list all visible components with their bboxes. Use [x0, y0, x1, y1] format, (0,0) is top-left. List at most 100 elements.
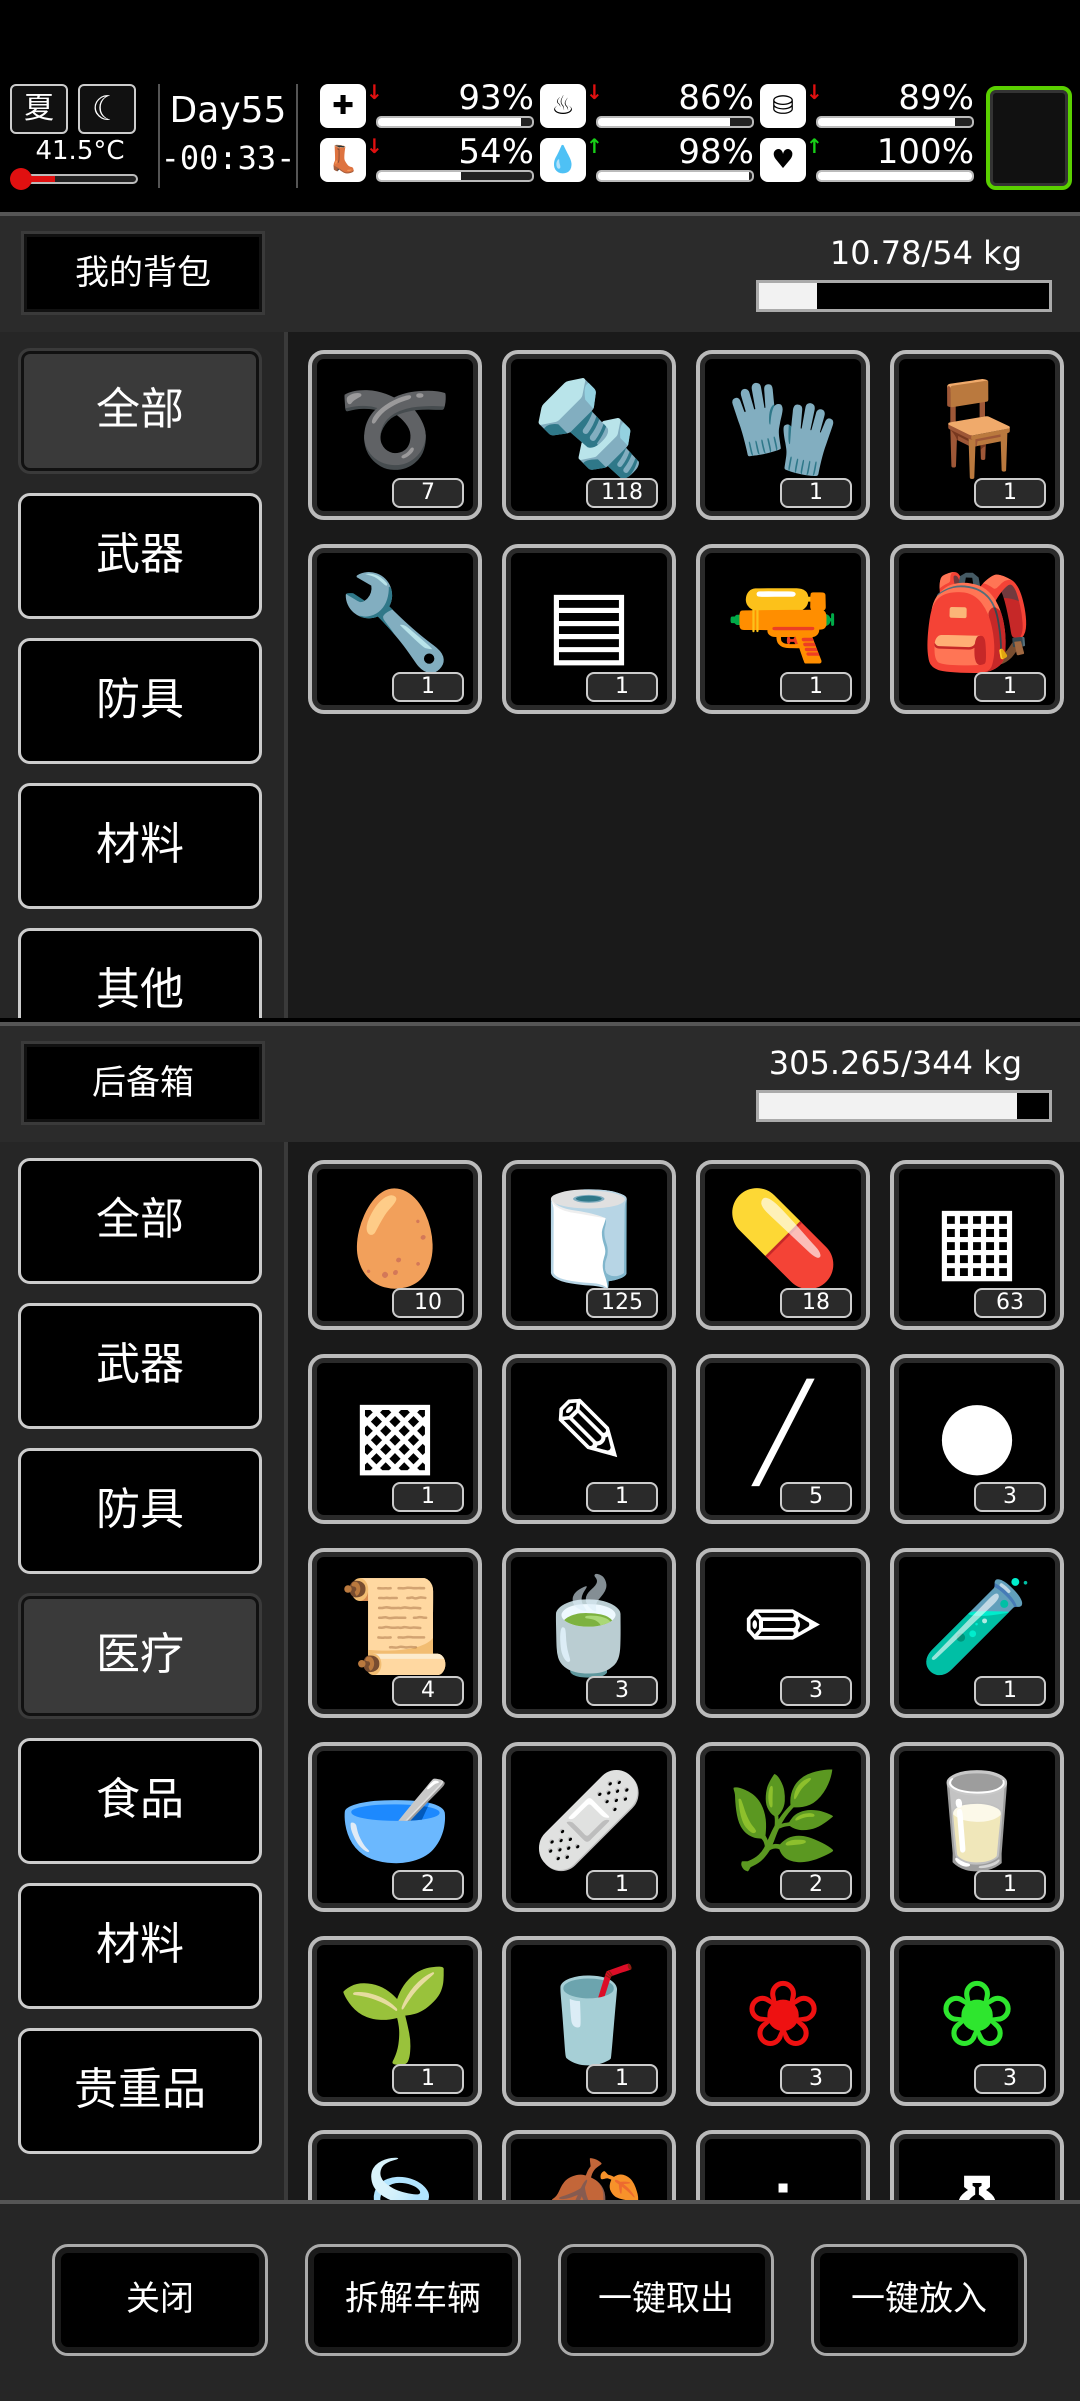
backpack-item-slot[interactable]: 🧤 1 — [696, 350, 870, 520]
backpack-category-list[interactable]: 全部武器防具材料其他 — [0, 332, 284, 1018]
backpack-weight-bar — [756, 280, 1052, 312]
trunk-item-slot[interactable]: ▦ 63 — [890, 1160, 1064, 1330]
trunk-item-slot[interactable]: ✏ 3 — [696, 1548, 870, 1718]
stat-bar — [816, 170, 974, 182]
trunk-category-tab[interactable]: 防具 — [18, 1448, 262, 1574]
stat-bar — [376, 170, 534, 182]
glove-icon: 🧤 — [725, 375, 841, 482]
item-count-badge: 3 — [586, 1676, 658, 1706]
trunk-item-slot[interactable]: ❀ 3 — [696, 1936, 870, 2106]
trend-arrow-icon: ↓ — [586, 80, 603, 104]
trunk-category-tab[interactable]: 材料 — [18, 1883, 262, 2009]
stat-percent: 93% — [458, 78, 534, 118]
trunk-category-tab[interactable]: 武器 — [18, 1303, 262, 1429]
stat-stomach: ♨ ↓ 86% — [540, 78, 754, 130]
trunk-item-slot[interactable]: 🥤 1 — [502, 1936, 676, 2106]
backpack-item-slot[interactable]: 🪑 1 — [890, 350, 1064, 520]
trunk-item-slot[interactable]: 🍃 — [308, 2130, 482, 2200]
spray-gun-icon: 🔫 — [725, 569, 841, 676]
trunk-category-tab[interactable]: 医疗 — [18, 1593, 262, 1719]
trunk-item-slot[interactable]: ● 3 — [890, 1354, 1064, 1524]
trunk-item-slot[interactable]: 🩹 1 — [502, 1742, 676, 1912]
trunk-item-slot[interactable]: ⚱ — [890, 2130, 1064, 2200]
backpack-item-slot[interactable]: ➰ 7 — [308, 350, 482, 520]
cloth-icon: ▤ — [545, 569, 633, 676]
item-count-badge: 1 — [780, 672, 852, 702]
temperature-readout: 41.5°C — [35, 136, 125, 166]
green-leaf-icon: 🍃 — [312, 2154, 478, 2200]
folding-chair-icon: 🪑 — [919, 375, 1035, 482]
trunk-item-slot[interactable]: 🧪 1 — [890, 1548, 1064, 1718]
trunk-item-slot[interactable]: 💊 18 — [696, 1160, 870, 1330]
item-count-badge: 3 — [780, 2064, 852, 2094]
trunk-category-list[interactable]: 全部武器防具医疗食品材料贵重品 — [0, 1142, 284, 2200]
backpack-category-tab[interactable]: 武器 — [18, 493, 262, 619]
trunk-item-slot[interactable]: 🍵 3 — [502, 1548, 676, 1718]
close-button[interactable]: 关闭 — [52, 2244, 268, 2356]
boot-icon: 👢 — [320, 138, 366, 182]
tablet-tray-icon: ▦ — [933, 1185, 1021, 1292]
backpack-category-tab[interactable]: 其他 — [18, 928, 262, 1018]
trunk-item-slot[interactable]: ❀ 3 — [890, 1936, 1064, 2106]
water-drop-icon: 💧 — [540, 138, 586, 182]
trunk-item-slot[interactable]: 🌱 1 — [308, 1936, 482, 2106]
trunk-item-slot[interactable]: 🥣 2 — [308, 1742, 482, 1912]
backpack-item-grid[interactable]: ➰ 7 🔩 118 🧤 1 🪑 1 🔧 1 ▤ 1 🔫 1 🎒 1 — [284, 332, 1080, 1018]
trunk-item-slot[interactable]: 🥚 10 — [308, 1160, 482, 1330]
trend-arrow-icon: ↑ — [586, 134, 603, 158]
stat-boot: 👢 ↓ 54% — [320, 132, 534, 184]
trunk-item-slot[interactable]: 📜 4 — [308, 1548, 482, 1718]
item-count-badge: 7 — [392, 478, 464, 508]
trunk-item-grid[interactable]: 🥚 10 🧻 125 💊 18 ▦ 63 ▩ 1 ✎ 1 ╱ 5 ● 3 📜 4 🍵 3 ✏ 3 🧪 1 🥣 2 🩹 1 🌿 2 🥛 1 🌱 1 🥤… — [284, 1142, 1080, 2200]
trunk-header: 后备箱 305.265/344 kg — [0, 1022, 1080, 1142]
trunk-category-tab[interactable]: 贵重品 — [18, 2028, 262, 2154]
game-clock: -00:33- — [160, 139, 296, 177]
trunk-item-slot[interactable]: ✎ 1 — [502, 1354, 676, 1524]
backpack-category-tab[interactable]: 材料 — [18, 783, 262, 909]
screws-icon: 🔩 — [531, 375, 647, 482]
backpack-item-slot[interactable]: ▤ 1 — [502, 544, 676, 714]
item-count-badge: 5 — [780, 1482, 852, 1512]
item-count-badge: 4 — [392, 1676, 464, 1706]
backpack-item-slot[interactable]: 🔫 1 — [696, 544, 870, 714]
red-herb-icon: ❀ — [744, 1961, 822, 2068]
take-all-button[interactable]: 一键取出 — [558, 2244, 774, 2356]
stat-percent: 86% — [678, 78, 754, 118]
quick-slot-button[interactable] — [986, 86, 1072, 190]
trend-arrow-icon: ↑ — [806, 134, 823, 158]
item-count-badge: 1 — [586, 672, 658, 702]
stat-bar — [596, 170, 754, 182]
trunk-item-slot[interactable]: 🍂 — [502, 2130, 676, 2200]
put-all-button[interactable]: 一键放入 — [811, 2244, 1027, 2356]
backpack-category-tab[interactable]: 防具 — [18, 638, 262, 764]
item-count-badge: 1 — [780, 478, 852, 508]
item-count-badge: 2 — [392, 1870, 464, 1900]
item-count-badge: 1 — [974, 1676, 1046, 1706]
stomach-icon: ♨ — [540, 84, 586, 128]
backpack-icon: 🎒 — [919, 569, 1035, 676]
backpack-item-slot[interactable]: 🔩 118 — [502, 350, 676, 520]
day-clock: Day55 -00:33- — [158, 84, 298, 188]
trunk-item-slot[interactable]: ⁘ — [696, 2130, 870, 2200]
backpack-category-tab[interactable]: 全部 — [18, 348, 262, 474]
stat-percent: 89% — [898, 78, 974, 118]
trunk-category-tab[interactable]: 食品 — [18, 1738, 262, 1864]
bandage-roll-icon: 🧻 — [531, 1185, 647, 1292]
backpack-item-slot[interactable]: 🎒 1 — [890, 544, 1064, 714]
trunk-item-slot[interactable]: 🌿 2 — [696, 1742, 870, 1912]
trunk-item-slot[interactable]: 🧻 125 — [502, 1160, 676, 1330]
item-count-badge: 125 — [586, 1288, 658, 1318]
trunk-item-slot[interactable]: ▩ 1 — [308, 1354, 482, 1524]
item-count-badge: 63 — [974, 1288, 1046, 1318]
trunk-category-tab[interactable]: 全部 — [18, 1158, 262, 1284]
dismantle-vehicle-button[interactable]: 拆解车辆 — [305, 2244, 521, 2356]
trunk-weight: 305.265/344 kg — [768, 1044, 1022, 1082]
trunk-item-slot[interactable]: 🥛 1 — [890, 1742, 1064, 1912]
herbal-tea-icon: 🍵 — [531, 1573, 647, 1680]
trunk-item-slot[interactable]: ╱ 5 — [696, 1354, 870, 1524]
status-hud: 夏 ☾ 41.5°C Day55 -00:33- ✚ ↓ 93% ♨ ↓ 86% ⛁ ↓ 89%… — [0, 78, 1080, 193]
backpack-item-slot[interactable]: 🔧 1 — [308, 544, 482, 714]
vials-icon: 🧪 — [919, 1573, 1035, 1680]
seeds-icon: 🥚 — [337, 1185, 453, 1292]
bladder-icon: ⛁ — [760, 84, 806, 128]
